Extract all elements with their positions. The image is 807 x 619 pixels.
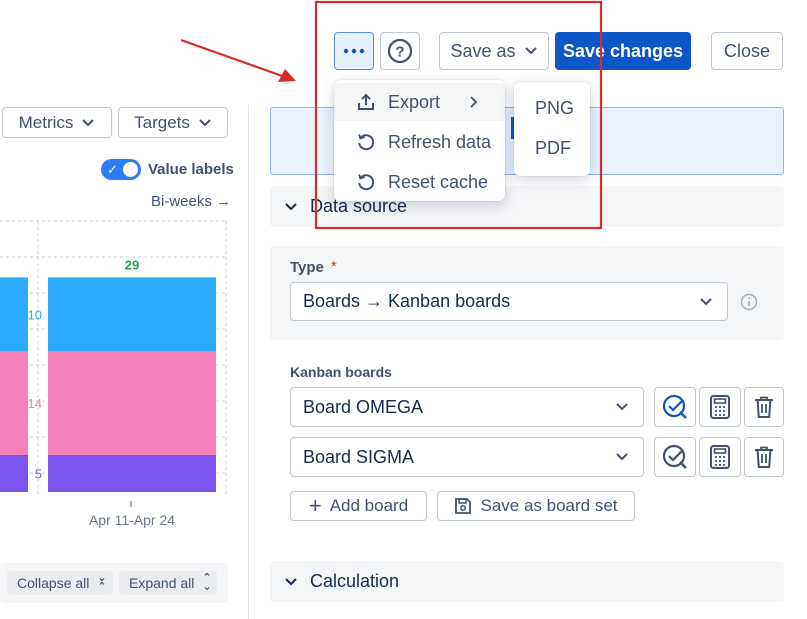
more-horizontal-icon bbox=[343, 48, 365, 54]
export-png-label: PNG bbox=[535, 97, 575, 118]
export-pdf[interactable]: PDF bbox=[514, 130, 590, 166]
delete-board-button-1[interactable] bbox=[744, 387, 784, 427]
svg-text:?: ? bbox=[395, 44, 404, 61]
help-button[interactable]: ? bbox=[380, 32, 420, 70]
export-icon bbox=[358, 93, 374, 110]
board-select-2[interactable]: Board SIGMA bbox=[290, 437, 644, 477]
chevron-right-icon bbox=[470, 96, 478, 108]
collapse-icon: ⌄ ⌃ bbox=[97, 572, 107, 593]
chevron-down-icon bbox=[700, 297, 712, 305]
add-board-label: Add board bbox=[329, 496, 409, 515]
help-icon: ? bbox=[387, 38, 413, 64]
targets-dropdown[interactable]: Targets bbox=[118, 107, 228, 138]
save-as-label: Save as bbox=[450, 40, 516, 61]
value-labels-label: Value labels bbox=[148, 161, 234, 178]
more-options-button[interactable] bbox=[334, 32, 374, 70]
expand-all-label: Expand all bbox=[129, 575, 195, 591]
export-pdf-label: PDF bbox=[535, 137, 571, 158]
calculation-section-header[interactable]: Calculation bbox=[270, 561, 784, 602]
calculator-icon bbox=[710, 445, 730, 469]
bar-segment bbox=[0, 277, 28, 352]
chevron-down-icon bbox=[82, 118, 95, 126]
metrics-label: Metrics bbox=[18, 112, 74, 132]
chevron-down-icon bbox=[199, 118, 211, 126]
collapse-all-label: Collapse all bbox=[17, 575, 90, 591]
save-changes-button[interactable]: Save changes bbox=[555, 32, 691, 70]
calculator-button-2[interactable] bbox=[699, 437, 741, 477]
close-label: Close bbox=[723, 40, 771, 61]
save-icon bbox=[455, 498, 472, 514]
close-button[interactable]: Close bbox=[711, 32, 783, 70]
menu-item-export[interactable]: Export bbox=[334, 83, 505, 121]
chevron-down-icon bbox=[285, 577, 297, 585]
menu-item-label: Reset cache bbox=[388, 171, 489, 192]
chevron-down-icon bbox=[285, 202, 297, 210]
data-label: 10 bbox=[28, 307, 42, 322]
menu-item-reset-cache[interactable]: Reset cache bbox=[334, 163, 505, 201]
menu-item-label: Export bbox=[388, 91, 441, 112]
type-label: Type bbox=[290, 259, 324, 276]
export-submenu: PNG PDF bbox=[514, 82, 590, 176]
expand-all-button[interactable]: Expand all ⌃ ⌄ bbox=[119, 571, 217, 595]
save-changes-label: Save changes bbox=[562, 40, 684, 61]
calculation-title: Calculation bbox=[310, 571, 400, 591]
type-select-value: Boards → Kanban boards bbox=[303, 291, 511, 311]
stacked-bar-chart: 5 14 10 29 Apr 11-Apr 24 bbox=[0, 220, 227, 528]
menu-item-label: Refresh data bbox=[388, 131, 492, 152]
required-mark: * bbox=[331, 258, 337, 275]
board-check-icon bbox=[662, 394, 687, 419]
bar-segment bbox=[48, 277, 216, 352]
delete-board-button-2[interactable] bbox=[744, 437, 784, 477]
board-settings-button-1[interactable] bbox=[654, 387, 696, 427]
export-png[interactable]: PNG bbox=[514, 90, 590, 126]
annotation-arrow-line bbox=[180, 38, 286, 79]
expand-icon: ⌃ ⌄ bbox=[202, 572, 212, 593]
collapse-all-button[interactable]: Collapse all ⌄ ⌃ bbox=[7, 571, 113, 595]
plus-icon: + bbox=[308, 493, 322, 518]
more-options-menu: Export Refresh data Reset cache bbox=[334, 80, 505, 201]
refresh-icon bbox=[358, 134, 375, 151]
calculator-icon bbox=[710, 395, 730, 419]
annotation-arrow-head bbox=[278, 69, 296, 82]
targets-label: Targets bbox=[134, 112, 190, 132]
board-check-icon bbox=[662, 444, 687, 469]
x-tick-label: Apr 11-Apr 24 bbox=[89, 512, 175, 528]
board-select-1[interactable]: Board OMEGA bbox=[290, 387, 644, 427]
bar-segment bbox=[0, 455, 28, 492]
bar-segment bbox=[48, 351, 216, 455]
menu-item-refresh-data[interactable]: Refresh data bbox=[334, 123, 505, 161]
chevron-down-icon bbox=[616, 453, 628, 461]
save-board-set-label: Save as board set bbox=[480, 496, 618, 515]
toggle-check-icon: ✓ bbox=[107, 162, 118, 177]
data-label: 14 bbox=[28, 396, 42, 411]
value-labels-toggle[interactable]: ✓ bbox=[101, 159, 141, 180]
calculator-button-1[interactable] bbox=[699, 387, 741, 427]
info-icon[interactable] bbox=[740, 293, 758, 311]
type-select[interactable]: Boards → Kanban boards bbox=[290, 282, 728, 321]
kanban-boards-label: Kanban boards bbox=[290, 364, 392, 380]
trash-icon bbox=[755, 446, 773, 468]
bar-segment bbox=[48, 455, 216, 492]
chevron-down-icon bbox=[524, 47, 537, 55]
save-board-set-button[interactable]: Save as board set bbox=[437, 491, 635, 521]
reset-icon bbox=[358, 174, 375, 191]
add-board-button[interactable]: + Add board bbox=[290, 491, 427, 521]
panel-divider bbox=[248, 105, 249, 619]
save-as-dropdown[interactable]: Save as bbox=[439, 32, 549, 70]
chevron-down-icon bbox=[616, 403, 628, 411]
board-select-value: Board SIGMA bbox=[303, 446, 415, 467]
period-selector[interactable]: Bi-weeks → bbox=[151, 193, 231, 210]
bar-segment bbox=[0, 351, 28, 455]
data-label: 5 bbox=[35, 467, 42, 482]
metrics-dropdown[interactable]: Metrics bbox=[2, 107, 112, 138]
board-select-value: Board OMEGA bbox=[303, 396, 424, 417]
trash-icon bbox=[755, 396, 773, 418]
toggle-knob bbox=[123, 162, 138, 177]
total-label: 29 bbox=[125, 257, 139, 272]
board-settings-button-2[interactable] bbox=[654, 437, 696, 477]
